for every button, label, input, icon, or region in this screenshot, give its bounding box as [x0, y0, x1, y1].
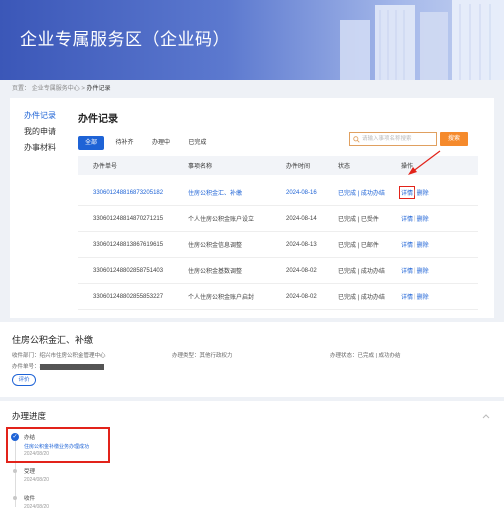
tab-pending[interactable]: 待补齐: [108, 136, 140, 150]
action-separator: |: [414, 293, 416, 300]
chevron-up-icon[interactable]: [482, 413, 490, 419]
breadcrumb-home[interactable]: 企业专属服务中心: [32, 86, 80, 92]
action-separator: |: [414, 189, 416, 196]
row-name[interactable]: 住房公积金基数调整: [188, 258, 242, 283]
table-row: 330601248813867619615 住房公积金信息调整 2024-08-…: [78, 232, 478, 258]
highlight-box-annotation: [6, 427, 110, 463]
col-header-id: 办件单号: [93, 164, 118, 170]
progress-section: 办理进度 ✓ 办结 住房公积金补缴业务办理成功 2024/08/20 受理 20…: [0, 401, 504, 527]
table-row: 330601248802858751403 住房公积金基数调整 2024-08-…: [78, 258, 478, 284]
row-time: 2024-08-13: [286, 241, 317, 248]
detail-link[interactable]: 详情: [401, 266, 413, 275]
row-name[interactable]: 个人住房公积金账户启封: [188, 284, 254, 309]
breadcrumb-current: 办件记录: [86, 86, 111, 92]
timeline-dot: [13, 496, 17, 500]
col-header-time: 办件时间: [286, 164, 311, 170]
row-status: 已完成 | 已邮件: [338, 243, 379, 249]
action-separator: |: [414, 215, 416, 222]
delete-link[interactable]: 删除: [417, 188, 429, 197]
col-header-status: 状态: [338, 164, 351, 170]
step-name: 收件: [24, 496, 36, 502]
evaluate-button[interactable]: 评价: [12, 374, 36, 386]
action-separator: |: [414, 241, 416, 248]
row-name[interactable]: 个人住房公积金账户设立: [188, 206, 254, 231]
row-status: 已完成 | 成功办结: [338, 269, 385, 275]
col-header-name: 事项名称: [188, 164, 213, 170]
detail-id-label: 办件单号：: [12, 364, 40, 370]
row-time: 2024-08-14: [286, 215, 317, 222]
row-status: 已完成 | 已受件: [338, 217, 379, 223]
detail-section: 住房公积金汇、补缴 收件部门：绍兴市住房公积金管理中心 办理类型：其他行政权力 …: [0, 322, 504, 397]
search-icon: [353, 136, 360, 143]
records-panel: 办件记录 我的申请 办事材料 办件记录 全部 待补齐 办理中 已完成 请输入事项…: [10, 98, 494, 318]
buildings-illustration: [340, 0, 504, 80]
row-id[interactable]: 330601248802858751403: [93, 258, 163, 283]
table-row: 330601248814870271215 个人住房公积金账户设立 2024-0…: [78, 206, 478, 232]
row-name[interactable]: 住房公积金信息调整: [188, 232, 242, 257]
progress-title: 办理进度: [12, 411, 47, 421]
search-input[interactable]: 请输入事项名称搜索: [349, 132, 437, 146]
detail-link[interactable]: 详情: [401, 214, 413, 223]
breadcrumb: 页置： 企业专属服务中心 > 办件记录: [12, 83, 111, 92]
detail-link[interactable]: 详情: [401, 240, 413, 249]
search-button[interactable]: 搜索: [440, 132, 468, 146]
progress-step: 受理 2024/08/20: [24, 467, 49, 483]
page-banner: 企业专属服务区（企业码）: [0, 0, 504, 80]
sidebar-item-materials[interactable]: 办事材料: [10, 140, 72, 156]
row-id[interactable]: 330601248802855853227: [93, 284, 163, 309]
row-time: 2024-08-02: [286, 267, 317, 274]
step-name: 受理: [24, 469, 36, 475]
tab-completed[interactable]: 已完成: [181, 136, 213, 150]
row-id[interactable]: 330601248814870271215: [93, 206, 163, 231]
table-row: 330601248816873205182 住房公积金汇、补缴 2024-08-…: [78, 180, 478, 206]
delete-link[interactable]: 删除: [417, 292, 429, 301]
banner-title: 企业专属服务区（企业码）: [20, 30, 230, 49]
records-title: 办件记录: [78, 114, 118, 125]
row-status: 已完成 | 成功办结: [338, 191, 385, 197]
row-status: 已完成 | 成功办结: [338, 295, 385, 301]
detail-dept: 收件部门：绍兴市住房公积金管理中心: [12, 353, 106, 359]
row-time: 2024-08-16: [286, 189, 317, 196]
detail-id-value: 330601248816873205182: [39, 364, 104, 370]
row-time: 2024-08-02: [286, 293, 317, 300]
detail-id: 办件单号：330601248816873205182: [12, 362, 104, 370]
row-name[interactable]: 住房公积金汇、补缴: [188, 180, 242, 205]
delete-link[interactable]: 删除: [417, 214, 429, 223]
row-id[interactable]: 330601248816873205182: [93, 180, 163, 205]
delete-link[interactable]: 删除: [417, 266, 429, 275]
action-separator: |: [414, 267, 416, 274]
progress-step: 收件 2024/08/20: [24, 494, 49, 510]
search-placeholder: 请输入事项名称搜索: [362, 136, 412, 142]
detail-status: 办理状态：已完成 | 成功办结: [330, 353, 401, 359]
detail-link[interactable]: 详情: [401, 292, 413, 301]
sidebar-item-records[interactable]: 办件记录: [10, 108, 72, 124]
detail-type: 办理类型：其他行政权力: [172, 353, 233, 359]
tab-processing[interactable]: 办理中: [145, 136, 177, 150]
breadcrumb-prefix: 页置：: [12, 86, 31, 92]
timeline-dot: [13, 469, 17, 473]
detail-title: 住房公积金汇、补缴: [12, 335, 94, 345]
step-date: 2024/08/20: [24, 504, 50, 510]
delete-link[interactable]: 删除: [417, 240, 429, 249]
detail-link[interactable]: 详情: [398, 186, 416, 199]
row-id[interactable]: 330601248813867619615: [93, 232, 163, 257]
sidebar: 办件记录 我的申请 办事材料: [10, 108, 72, 156]
red-arrow-annotation: [408, 150, 441, 175]
tab-all[interactable]: 全部: [78, 136, 105, 150]
step-date: 2024/08/20: [24, 477, 50, 483]
status-tabs: 全部 待补齐 办理中 已完成: [78, 131, 213, 150]
sidebar-item-applications[interactable]: 我的申请: [10, 124, 72, 140]
table-row: 330601248802855853227 个人住房公积金账户启封 2024-0…: [78, 284, 478, 310]
